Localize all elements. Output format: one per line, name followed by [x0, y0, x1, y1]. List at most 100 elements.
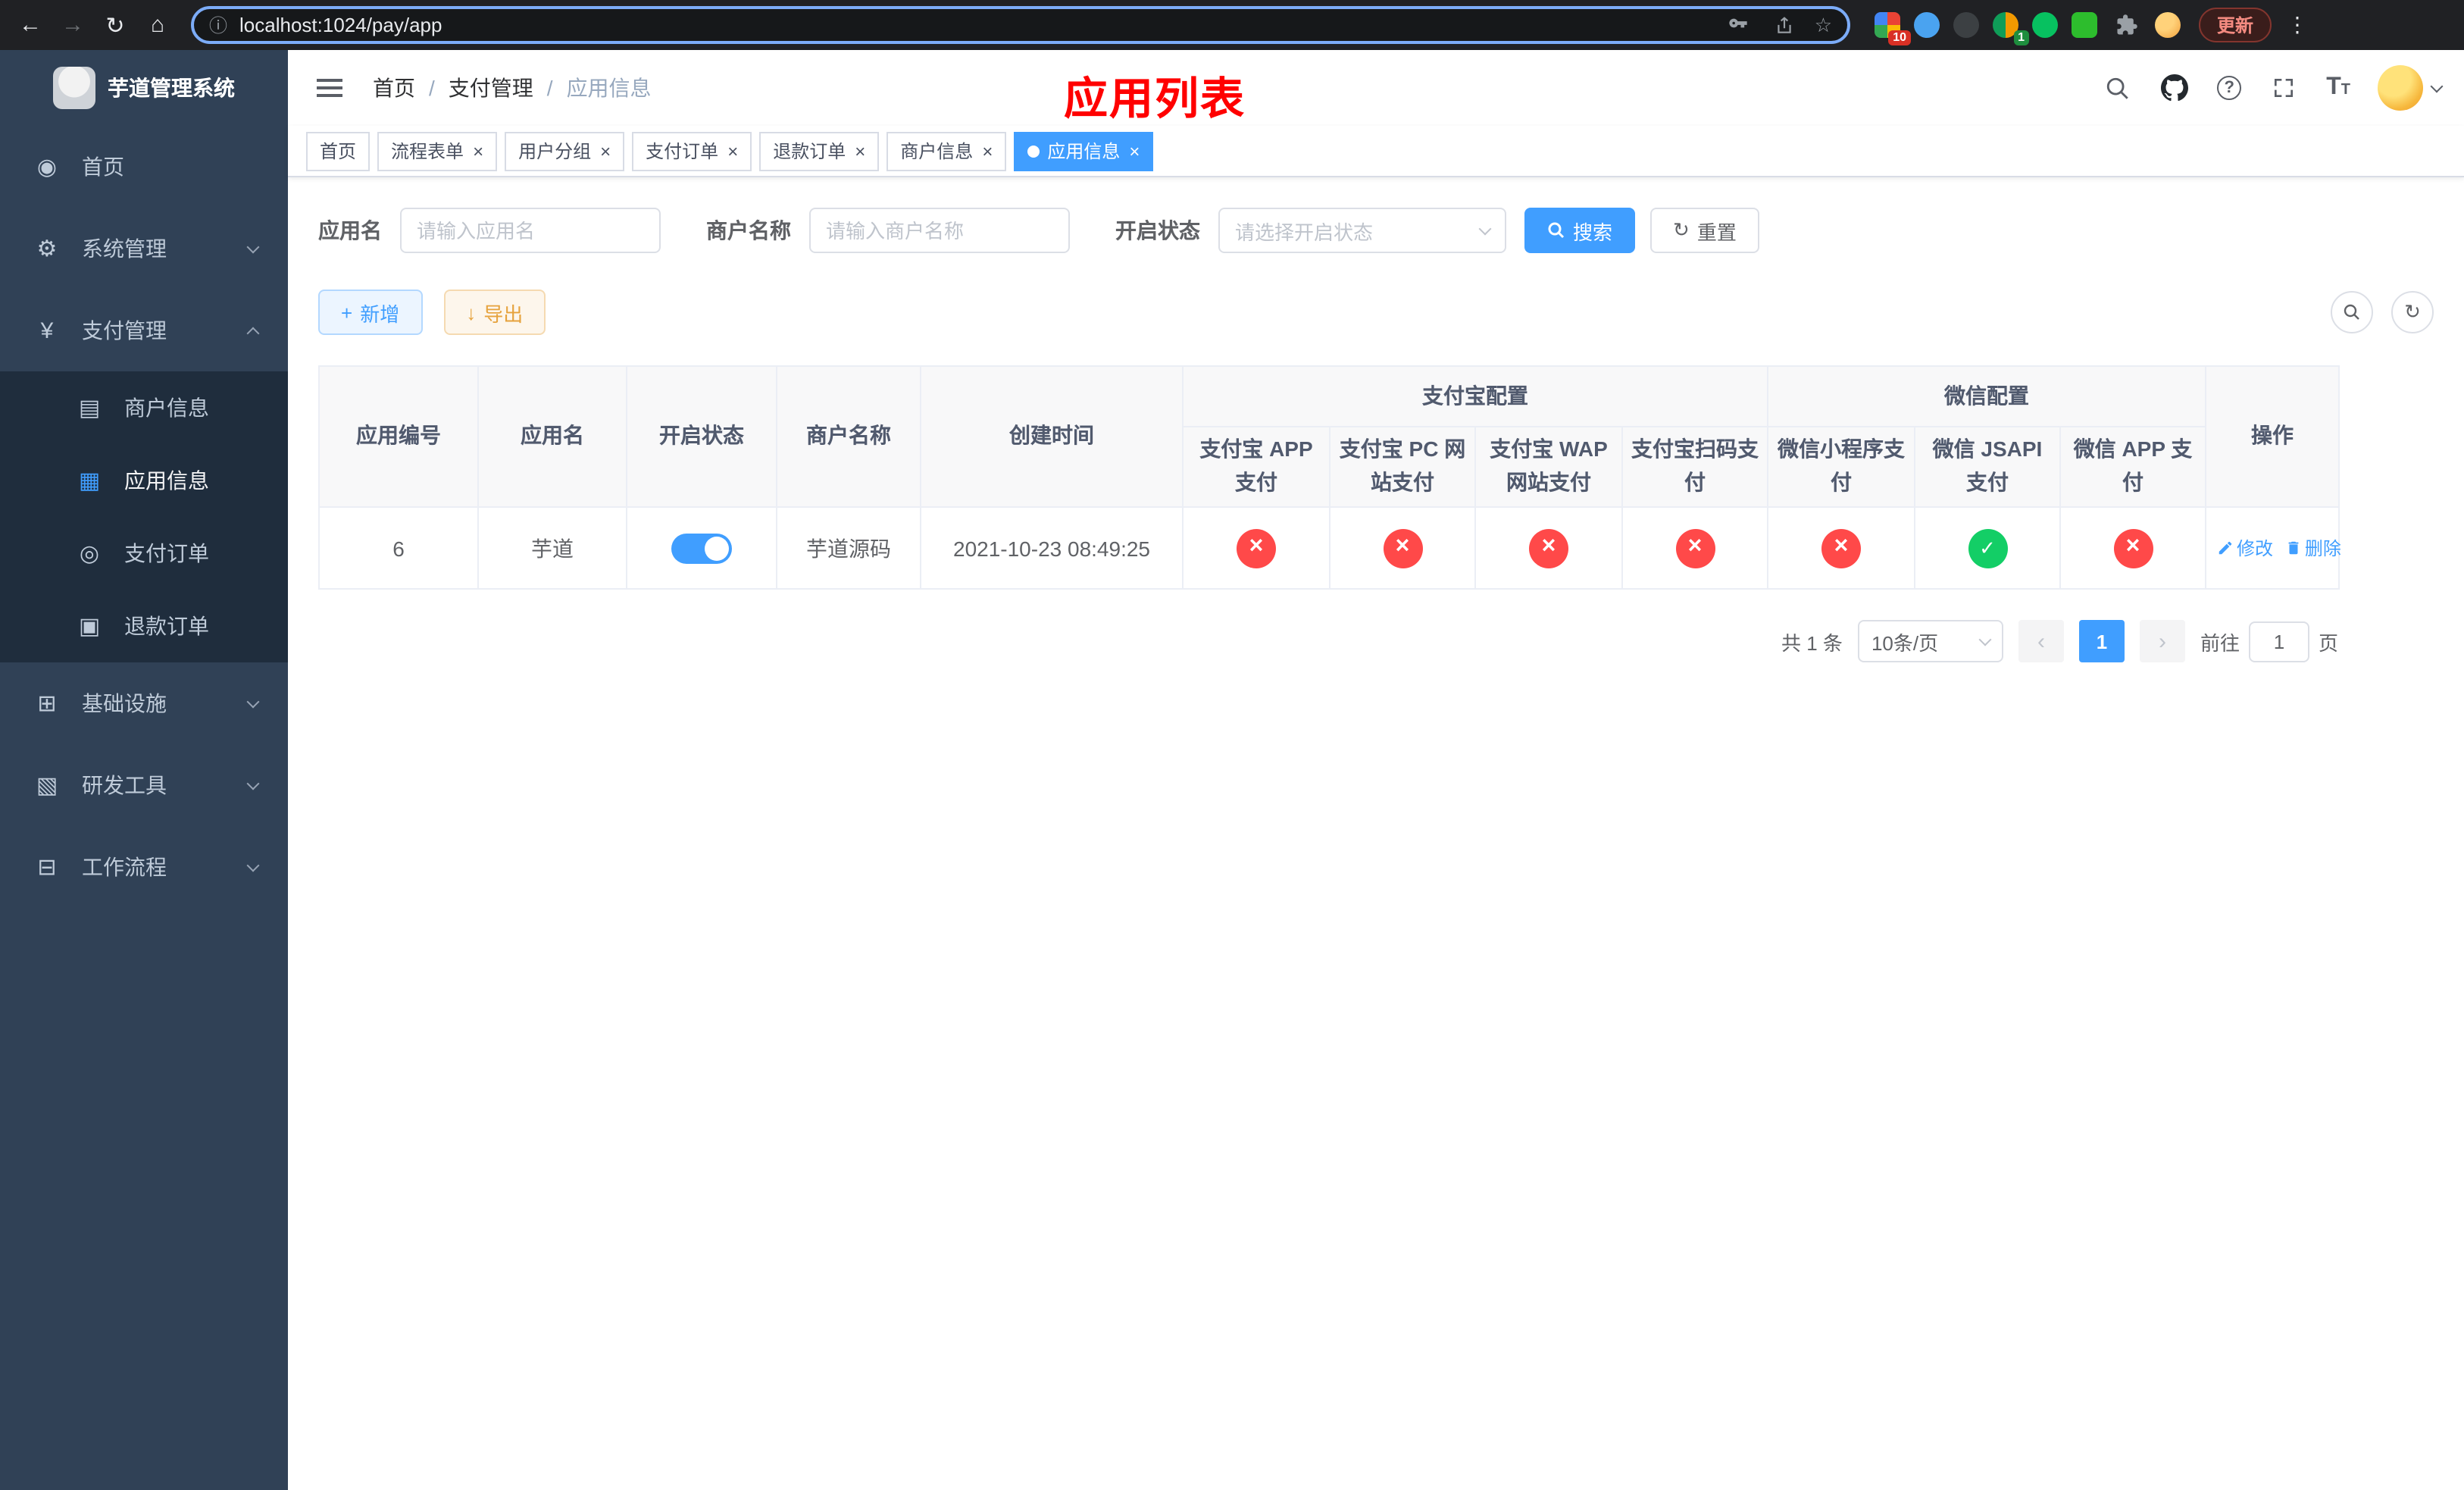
tab-process-form[interactable]: 流程表单 × [377, 131, 498, 171]
total-count: 共 1 条 [1781, 631, 1843, 654]
sidebar-item-workflow[interactable]: ⊟ 工作流程 [0, 826, 288, 908]
extension-badge: 1 [2013, 30, 2029, 45]
extension-grid-icon[interactable]: 10 [1875, 12, 1911, 45]
address-bar[interactable]: ⓘ localhost:1024/pay/app ☆ [191, 6, 1850, 44]
sidebar-item-merchant-info[interactable]: ▤ 商户信息 [0, 371, 288, 444]
cell-wx-mini [1767, 506, 1915, 590]
merchant-name-input[interactable] [809, 208, 1070, 253]
close-icon[interactable]: × [473, 142, 483, 160]
collapse-sidebar-icon[interactable] [311, 73, 349, 103]
app-name-label: 应用名 [318, 218, 382, 243]
refresh-icon: ↻ [1673, 218, 1690, 241]
status-toggle[interactable] [671, 533, 732, 563]
sidebar-item-app-info[interactable]: ▦ 应用信息 [0, 444, 288, 517]
browser-reload-icon[interactable]: ↻ [97, 7, 133, 43]
tab-home[interactable]: 首页 [306, 131, 371, 171]
close-icon[interactable]: × [1129, 142, 1140, 160]
navbar-actions [2102, 65, 2444, 111]
cell-wx-jsapi [1914, 506, 2061, 590]
page-1-button[interactable]: 1 [2078, 620, 2125, 662]
close-icon[interactable]: × [600, 142, 611, 160]
font-size-icon[interactable] [2326, 74, 2350, 102]
app-table: 应用编号 应用名 开启状态 商户名称 创建时间 支付宝配置 微信配置 操作 支付… [318, 365, 2341, 590]
extension-dark-icon[interactable] [1953, 12, 1979, 38]
delete-button[interactable]: 删除 [2285, 535, 2341, 561]
gear-icon: ⚙ [36, 236, 58, 262]
toggle-search-button[interactable] [2331, 291, 2373, 333]
extension-green-icon[interactable] [2072, 12, 2097, 38]
search-icon[interactable] [2102, 73, 2132, 103]
app-name-input[interactable] [400, 208, 661, 253]
page-size-select[interactable]: 10条/页 [1857, 620, 2003, 662]
dashboard-icon: ◉ [36, 155, 58, 180]
extensions-puzzle-icon[interactable] [2111, 10, 2141, 40]
extension-color-icon[interactable]: 1 [1993, 12, 2029, 45]
sidebar-item-devtools[interactable]: ▧ 研发工具 [0, 744, 288, 826]
breadcrumb-current: 应用信息 [566, 76, 652, 100]
next-page-button[interactable]: › [2139, 620, 2185, 662]
page-info-icon[interactable]: ⓘ [209, 12, 227, 38]
col-alipay-wap: 支付宝 WAP 网站支付 [1474, 426, 1623, 508]
browser-forward-icon[interactable]: → [55, 7, 91, 43]
tab-app-info[interactable]: 应用信息 × [1014, 131, 1154, 171]
col-alipay-qr: 支付宝扫码支付 [1621, 426, 1768, 508]
breadcrumb-payment[interactable]: 支付管理 [449, 73, 533, 103]
sidebar-item-refund-orders[interactable]: ▣ 退款订单 [0, 590, 288, 662]
profile-avatar-icon[interactable] [2155, 12, 2181, 38]
browser-update-button[interactable]: 更新 [2199, 8, 2272, 42]
sidebar-item-label: 应用信息 [124, 468, 209, 493]
sidebar-item-system[interactable]: ⚙ 系统管理 [0, 208, 288, 290]
status-select[interactable]: 请选择开启状态 [1218, 208, 1506, 253]
tab-pay-orders[interactable]: 支付订单 × [632, 131, 752, 171]
col-app-name: 应用名 [477, 365, 627, 508]
status-cross-icon [1529, 528, 1568, 568]
breadcrumb-home[interactable]: 首页 [373, 73, 415, 103]
status-cross-icon [1383, 528, 1422, 568]
sidebar-item-home[interactable]: ◉ 首页 [0, 126, 288, 208]
goto-suffix: 页 [2318, 631, 2338, 654]
sidebar-item-pay-orders[interactable]: ◎ 支付订单 [0, 517, 288, 590]
goto-page-input[interactable] [2248, 621, 2309, 662]
extension-drop-icon[interactable] [1914, 12, 1940, 38]
sidebar-item-label: 支付订单 [124, 541, 209, 565]
github-icon[interactable] [2159, 73, 2190, 103]
sidebar-item-infra[interactable]: ⊞ 基础设施 [0, 662, 288, 744]
target-icon: ◎ [79, 541, 100, 567]
merchant-name-label: 商户名称 [706, 218, 791, 243]
search-button[interactable]: 搜索 [1524, 208, 1636, 253]
add-button[interactable]: + 新增 [318, 290, 423, 335]
goto-prefix: 前往 [2200, 631, 2240, 654]
bookmark-star-icon[interactable]: ☆ [1815, 13, 1832, 37]
omnibox-actions: ☆ [1724, 10, 1832, 40]
tab-merchant-info[interactable]: 商户信息 × [886, 131, 1007, 171]
close-icon[interactable]: × [727, 142, 738, 160]
app-logo-row[interactable]: 芋道管理系统 [0, 50, 288, 126]
reset-button[interactable]: ↻ 重置 [1650, 208, 1759, 253]
export-button[interactable]: ↓ 导出 [443, 290, 546, 335]
status-check-icon [1968, 528, 2007, 568]
plus-icon: + [341, 301, 353, 324]
table-toolbar: + 新增 ↓ 导出 ↻ [318, 290, 2434, 335]
close-icon[interactable]: × [982, 142, 993, 160]
password-key-icon[interactable] [1724, 10, 1754, 40]
col-actions: 操作 [2205, 365, 2340, 508]
cell-app-id: 6 [318, 506, 479, 590]
status-cross-icon [1237, 528, 1276, 568]
close-icon[interactable]: × [855, 142, 865, 160]
fullscreen-icon[interactable] [2269, 73, 2299, 103]
edit-button[interactable]: 修改 [2217, 535, 2273, 561]
help-icon[interactable] [2217, 76, 2242, 100]
tab-refund-orders[interactable]: 退款订单 × [759, 131, 880, 171]
prev-page-button[interactable]: ‹ [2018, 620, 2064, 662]
tab-user-group[interactable]: 用户分组 × [505, 131, 625, 171]
sidebar-item-payment[interactable]: ¥ 支付管理 [0, 290, 288, 371]
browser-menu-icon[interactable]: ⋮ [2287, 12, 2308, 38]
refresh-table-button[interactable]: ↻ [2391, 291, 2434, 333]
cell-wx-app [2059, 506, 2207, 590]
share-icon[interactable] [1769, 10, 1800, 40]
browser-home-icon[interactable]: ⌂ [139, 7, 176, 43]
user-menu[interactable] [2378, 65, 2444, 111]
browser-back-icon[interactable]: ← [12, 7, 48, 43]
extension-wechat-icon[interactable] [2032, 12, 2058, 38]
search-form: 应用名 商户名称 开启状态 请选择开启状态 搜索 ↻ 重置 [318, 208, 2434, 253]
